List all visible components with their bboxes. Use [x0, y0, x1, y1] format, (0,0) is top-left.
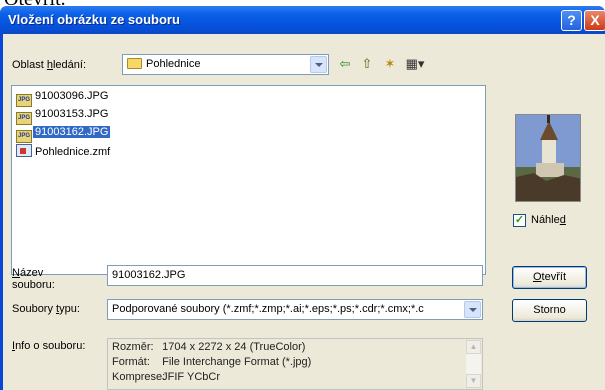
info-value: File Interchange Format (*.jpg) — [162, 356, 312, 368]
list-item[interactable]: Pohlednice.zmf — [16, 144, 112, 160]
file-info-box: Rozměr: 1704 x 2272 x 24 (TrueColor) For… — [107, 338, 483, 390]
filename-label-line2: souboru: — [12, 279, 55, 291]
image-preview-thumbnail — [515, 114, 581, 202]
look-in-label-text-end: ledání: — [52, 59, 87, 71]
look-in-folder-name: Pohlednice — [146, 58, 201, 70]
preview-checkbox[interactable]: ✓ — [513, 214, 526, 227]
list-item[interactable]: JPG 91003096.JPG — [16, 90, 110, 107]
filetype-label-text-end: ypu: — [59, 303, 80, 315]
jpg-file-icon: JPG — [16, 130, 32, 143]
filetype-label-text: Soubory — [12, 303, 57, 315]
filetype-label: Soubory typu: — [12, 303, 80, 315]
jpg-file-icon: JPG — [16, 112, 32, 125]
look-in-value: Pohlednice — [127, 58, 200, 70]
list-item-selected[interactable]: JPG 91003162.JPG — [16, 126, 111, 143]
info-value: JFIF YCbCr — [162, 371, 220, 383]
file-list[interactable]: JPG 91003096.JPG JPG 91003153.JPG JPG 91003… — [11, 85, 486, 275]
back-icon[interactable]: ⇦ — [335, 55, 355, 73]
zmf-file-icon — [16, 144, 32, 157]
filename-label: Název souboru: — [12, 267, 55, 291]
preview-label[interactable]: Náhled — [531, 214, 566, 226]
help-button[interactable]: ? — [561, 10, 582, 31]
title-bar[interactable]: Vložení obrázku ze souboru ? X — [0, 6, 605, 34]
info-row: Komprese: JFIF YCbCr — [112, 371, 220, 383]
look-in-label-text: Oblast — [12, 59, 47, 71]
preview-label-accel: d — [559, 214, 566, 226]
filename-label-line1: ázev — [19, 267, 44, 279]
open-button-accel: O — [532, 271, 542, 283]
info-key: Rozměr: — [112, 341, 154, 353]
cancel-button[interactable]: Storno — [512, 299, 587, 322]
preview-label-text: Náhle — [531, 214, 560, 226]
filename-input[interactable]: 91003162.JPG — [107, 265, 483, 286]
filename-label-accel: N — [12, 267, 20, 279]
file-name: 91003153.JPG — [35, 108, 109, 120]
folder-icon — [127, 58, 142, 69]
look-in-combo[interactable]: Pohlednice — [122, 54, 329, 75]
file-name: Pohlednice.zmf — [35, 146, 111, 158]
file-name: 91003162.JPG — [33, 126, 111, 138]
info-key: Komprese: — [112, 371, 166, 383]
filetype-dropdown-arrow[interactable] — [464, 301, 481, 318]
close-button[interactable]: X — [584, 10, 605, 31]
file-info-label: Info o souboru: — [12, 340, 85, 352]
filetype-value: Podporované soubory (*.zmf;*.zmp;*.ai;*.… — [112, 303, 424, 315]
info-scrollbar[interactable]: ▲ ▼ — [466, 340, 481, 388]
open-button[interactable]: Otevřít — [512, 266, 587, 289]
look-in-dropdown-arrow[interactable] — [310, 56, 327, 73]
filename-value: 91003162.JPG — [112, 269, 186, 281]
info-value: 1704 x 2272 x 24 (TrueColor) — [162, 341, 306, 353]
info-row: Formát: File Interchange Format (*.jpg) — [112, 356, 311, 368]
up-folder-icon[interactable]: ⇧ — [357, 55, 377, 73]
view-menu-icon[interactable]: ▦▾ — [403, 55, 427, 73]
dialog-client-area: Oblast hledání: Pohlednice ⇦ ⇧ ✶ ▦▾ JPG 9… — [3, 34, 605, 390]
jpg-file-icon: JPG — [16, 94, 32, 107]
dialog-title: Vložení obrázku ze souboru — [8, 12, 180, 27]
open-button-label: tevřít — [541, 271, 566, 283]
file-info-label-text: nfo o souboru: — [15, 340, 86, 352]
new-folder-icon[interactable]: ✶ — [380, 55, 400, 73]
scroll-down-icon[interactable]: ▼ — [466, 374, 481, 388]
scroll-up-icon[interactable]: ▲ — [466, 340, 481, 354]
look-in-label: Oblast hledání: — [12, 59, 86, 71]
list-item[interactable]: JPG 91003153.JPG — [16, 108, 110, 125]
info-row: Rozměr: 1704 x 2272 x 24 (TrueColor) — [112, 341, 305, 353]
dialog-window: Vložení obrázku ze souboru ? X Oblast hl… — [0, 6, 605, 390]
file-name: 91003096.JPG — [35, 90, 109, 102]
info-key: Formát: — [112, 356, 150, 368]
filetype-combo[interactable]: Podporované soubory (*.zmf;*.zmp;*.ai;*.… — [107, 299, 483, 320]
castle-tower-image — [516, 115, 580, 201]
